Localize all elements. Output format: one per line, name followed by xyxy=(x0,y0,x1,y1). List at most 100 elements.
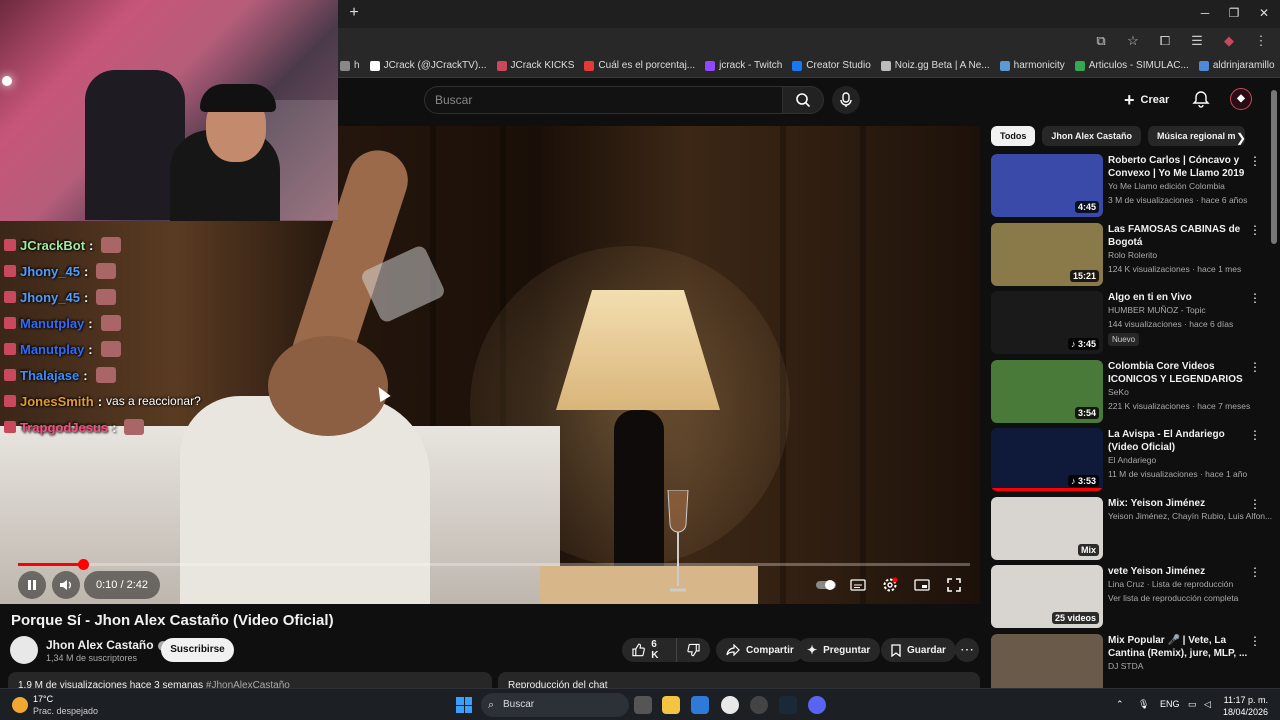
task-view-icon[interactable] xyxy=(634,696,652,714)
minimize-button[interactable]: ─ xyxy=(1190,6,1220,20)
bookmark-item[interactable]: Creator Studio xyxy=(792,60,871,71)
video-thumbnail[interactable]: ♪ 3:45 xyxy=(991,291,1103,354)
more-options-icon[interactable]: ⋮ xyxy=(1249,360,1261,374)
subscribe-button[interactable]: Suscribirse xyxy=(161,638,234,662)
filter-chip[interactable]: Todos xyxy=(991,126,1036,146)
media-controls-icon[interactable]: ☰ xyxy=(1188,32,1206,50)
tray-chevron-icon[interactable]: ⌃ xyxy=(1116,699,1124,710)
fullscreen-button[interactable] xyxy=(942,574,966,596)
file-explorer-icon[interactable] xyxy=(662,696,680,714)
create-button[interactable]: + Crear xyxy=(1124,89,1169,111)
chevron-right-icon[interactable]: ❯ xyxy=(1236,131,1246,145)
recommendation-title[interactable]: Algo en ti en Vivo xyxy=(1108,291,1250,304)
recommendation-item[interactable]: ♪ 3:53 La Avispa - El Andariego (Video Of… xyxy=(991,428,1261,492)
profile-icon[interactable]: ◆ xyxy=(1220,32,1238,50)
pause-button[interactable] xyxy=(18,571,46,599)
weather-temperature[interactable]: 17°C xyxy=(33,694,53,704)
restore-button[interactable]: ❐ xyxy=(1219,6,1249,20)
taskbar-search[interactable]: ⌕ Buscar xyxy=(481,693,629,717)
weather-description[interactable]: Prac. despejado xyxy=(33,706,98,716)
filter-chip[interactable]: Jhon Alex Castaño xyxy=(1042,126,1142,146)
voice-search-button[interactable] xyxy=(832,86,860,114)
bookmark-item[interactable]: Cuál es el porcentaj... xyxy=(584,60,695,71)
subtitles-button[interactable] xyxy=(846,574,870,596)
outlook-icon[interactable] xyxy=(691,696,709,714)
microphone-tray-icon[interactable]: 🎙 xyxy=(1138,699,1149,710)
bookmark-item[interactable]: aldrinjaramillo xyxy=(1198,60,1275,71)
bookmark-star-icon[interactable]: ☆ xyxy=(1124,32,1142,50)
steam-icon[interactable] xyxy=(779,696,797,714)
speaker-icon[interactable]: ◁ xyxy=(1204,699,1211,710)
recommendation-channel[interactable]: SeKo xyxy=(1108,387,1129,397)
progress-bar[interactable] xyxy=(18,559,970,570)
recommendation-channel[interactable]: Lina Cruz · Lista de reproducción xyxy=(1108,579,1233,589)
video-thumbnail[interactable]: 15:21 xyxy=(991,222,1103,286)
channel-name-row[interactable]: Jhon Alex Castaño xyxy=(46,638,168,652)
save-button[interactable]: Guardar xyxy=(881,638,956,662)
recommendation-title[interactable]: Mix: Yeison Jiménez xyxy=(1108,497,1250,510)
new-tab-button[interactable]: + xyxy=(346,5,362,21)
more-options-icon[interactable]: ⋮ xyxy=(1249,291,1261,305)
notifications-bell-icon[interactable] xyxy=(1192,90,1210,108)
mute-button[interactable] xyxy=(52,571,80,599)
recommendation-title[interactable]: Roberto Carlos | Cóncavo y Convexo | Yo … xyxy=(1108,154,1250,180)
search-input[interactable]: Buscar xyxy=(424,86,782,114)
page-scrollbar[interactable] xyxy=(1271,90,1277,244)
bookmark-item[interactable]: jcrack - Twitch xyxy=(705,60,782,71)
dislike-button[interactable] xyxy=(676,638,710,662)
recommendation-channel[interactable]: Rolo Rolerito xyxy=(1108,250,1157,260)
bookmark-item[interactable]: JCrack (@JCrackTV)... xyxy=(369,60,487,71)
more-options-icon[interactable]: ⋮ xyxy=(1249,497,1261,511)
obs-icon[interactable] xyxy=(750,696,768,714)
network-icon[interactable]: ▭ xyxy=(1188,699,1197,710)
video-thumbnail[interactable]: 25 videos xyxy=(991,565,1103,628)
video-thumbnail[interactable]: 3:54 xyxy=(991,359,1103,423)
like-button[interactable]: 6 K xyxy=(622,638,676,662)
chrome-icon[interactable] xyxy=(721,696,739,714)
extensions-icon[interactable]: ⧠ xyxy=(1156,32,1174,50)
video-thumbnail[interactable]: ♪ 3:53 xyxy=(991,428,1103,491)
recommendation-title[interactable]: Las FAMOSAS CABINAS de Bogotá xyxy=(1108,223,1250,249)
filter-chip[interactable]: Música regional m xyxy=(1148,126,1245,146)
channel-name[interactable]: Jhon Alex Castaño xyxy=(46,638,154,652)
more-options-icon[interactable]: ⋮ xyxy=(1249,565,1261,579)
recommendation-item[interactable]: 3:54 Colombia Core Videos ICONICOS Y LEGE… xyxy=(991,359,1261,424)
discord-icon[interactable] xyxy=(808,696,826,714)
recommendation-item[interactable]: 15:21 Las FAMOSAS CABINAS de Bogotá Rolo R… xyxy=(991,222,1261,287)
bookmark-item[interactable]: harmonicity xyxy=(999,60,1065,71)
channel-avatar[interactable] xyxy=(10,636,38,664)
recommendation-channel[interactable]: El Andariego xyxy=(1108,455,1156,465)
bookmark-item[interactable]: JCrack KICKS xyxy=(496,60,574,71)
language-indicator[interactable]: ENG xyxy=(1160,699,1180,709)
video-thumbnail[interactable]: Mix xyxy=(991,496,1103,560)
recommendation-item[interactable]: Mix Mix: Yeison Jiménez Yeison Jiménez, Ch… xyxy=(991,496,1272,561)
settings-button[interactable] xyxy=(878,574,902,596)
close-window-button[interactable]: ✕ xyxy=(1249,6,1279,20)
recommendation-title[interactable]: Mix Popular 🎤 | Vete, La Cantina (Remix)… xyxy=(1108,634,1250,660)
recommendation-title[interactable]: vete Yeison Jiménez xyxy=(1108,565,1250,578)
bookmark-item[interactable]: Noiz.gg Beta | A Ne... xyxy=(880,60,990,71)
recommendation-channel[interactable]: Yeison Jiménez, Chayín Rubio, Luis Alfon… xyxy=(1108,511,1272,521)
search-button[interactable] xyxy=(782,86,824,114)
recommendation-title[interactable]: Colombia Core Videos ICONICOS Y LEGENDAR… xyxy=(1108,360,1250,386)
recommendation-channel[interactable]: DJ STDA xyxy=(1108,661,1143,671)
recommendation-item[interactable]: 25 videos vete Yeison Jiménez Lina Cruz · … xyxy=(991,565,1261,629)
browser-menu-icon[interactable]: ⋮ xyxy=(1252,32,1270,50)
autoplay-toggle[interactable] xyxy=(814,574,838,596)
recommendation-channel[interactable]: HUMBER MUÑOZ - Topic xyxy=(1108,305,1206,315)
weather-sun-icon[interactable] xyxy=(12,697,28,713)
miniplayer-button[interactable] xyxy=(910,574,934,596)
more-options-icon[interactable]: ⋮ xyxy=(1249,634,1261,648)
bookmark-item[interactable]: Articulos - SIMULAC... xyxy=(1074,60,1189,71)
windows-start-icon[interactable] xyxy=(456,697,472,713)
recommendation-channel[interactable]: Yo Me Llamo edición Colombia xyxy=(1108,181,1225,191)
more-actions-button[interactable]: ⋯ xyxy=(955,638,979,662)
recommendation-title[interactable]: La Avispa - El Andariego (Video Oficial) xyxy=(1108,428,1250,454)
progress-scrubber[interactable] xyxy=(77,559,89,570)
share-button[interactable]: Compartir xyxy=(716,638,804,662)
ask-button[interactable]: ✦ Preguntar xyxy=(797,638,881,662)
system-clock[interactable]: 11:17 p. m. 18/04/2026 xyxy=(1220,694,1268,718)
bookmark-item[interactable]: h xyxy=(340,60,360,71)
recommendation-item[interactable]: ♪ 3:45 Algo en ti en Vivo HUMBER MUÑOZ - T… xyxy=(991,291,1261,355)
more-options-icon[interactable]: ⋮ xyxy=(1249,223,1261,237)
